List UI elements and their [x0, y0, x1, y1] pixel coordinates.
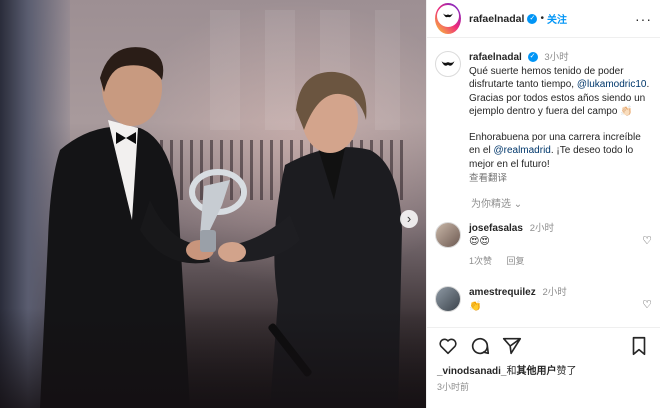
caption-paragraph-1: Qué suerte hemos tenido de poder disfrut… [469, 65, 652, 119]
author-avatar-ring[interactable] [435, 3, 461, 34]
caption-row: rafaelnadal ✓ 3小时 Qué suerte hemos tenid… [435, 51, 652, 186]
trophy-figure [200, 180, 230, 235]
liked-by-user[interactable]: _vinodsanadi_ [437, 366, 506, 377]
post-action-bar [437, 334, 650, 358]
comment-username[interactable]: amestrequilez [469, 287, 536, 298]
follow-button[interactable]: 关注 [547, 11, 567, 26]
comment-likes-count[interactable]: 1次赞 [469, 256, 492, 266]
tagged-for-you-toggle[interactable]: 为你精选 ⌄ [471, 195, 652, 210]
caption-username[interactable]: rafaelnadal [469, 52, 522, 63]
caption-paragraph-2: Enhorabuena por una carrera increíble en… [469, 131, 652, 172]
trophy-base [200, 230, 216, 252]
comment-actions: 1次赞 回复 [469, 255, 554, 269]
comment-username[interactable]: josefasalas [469, 223, 523, 234]
share-send-icon[interactable] [501, 335, 523, 357]
comment-text: 😍😍 [469, 236, 490, 247]
comment-like-heart-icon[interactable]: ♡ [642, 234, 652, 247]
author-avatar[interactable] [437, 5, 459, 27]
comment-bubble-icon[interactable] [469, 335, 491, 357]
comment-reply-button[interactable]: 回复 [507, 256, 525, 266]
comment-time[interactable]: 2小时 [542, 287, 566, 298]
like-heart-icon[interactable] [437, 335, 459, 357]
more-horizontal-icon[interactable]: ··· [635, 11, 652, 27]
comment-row: amestrequilez 2小时 👏 ♡ [435, 286, 652, 313]
caption-avatar[interactable] [435, 51, 461, 77]
rafa-logo-icon [443, 13, 453, 18]
mention-link[interactable]: @realmadrid [493, 145, 550, 156]
post-header: rafaelnadal ✓ • 关注 ··· [427, 0, 660, 38]
comment-row: josefasalas 2小时 😍😍 1次赞 回复 ♡ [435, 221, 652, 269]
caption-content: rafaelnadal ✓ 3小时 Qué suerte hemos tenid… [469, 51, 652, 186]
liked-by-suffix: 赞了 [556, 366, 577, 377]
post-timestamp[interactable]: 3小时前 [437, 380, 650, 393]
post-footer: _vinodsanadi_和其他用户赞了 3小时前 [427, 327, 660, 408]
photo-floor-shadow [0, 308, 426, 408]
comment-time[interactable]: 2小时 [530, 223, 554, 234]
tagged-label: 为你精选 [471, 198, 511, 210]
caption-time[interactable]: 3小时 [544, 52, 568, 63]
commenter-avatar[interactable] [435, 221, 461, 248]
liked-by-connector: 和 [506, 366, 517, 377]
post-photo[interactable]: › [0, 0, 426, 408]
likes-summary: _vinodsanadi_和其他用户赞了 [437, 362, 650, 377]
comment-content: josefasalas 2小时 😍😍 1次赞 回复 [469, 222, 554, 269]
rafa-logo-icon [441, 61, 455, 66]
bookmark-save-icon[interactable] [628, 335, 650, 357]
verified-badge-icon: ✓ [527, 13, 538, 24]
header-username[interactable]: rafaelnadal [469, 13, 524, 25]
commenter-avatar[interactable] [435, 286, 461, 312]
right-person-hand [218, 242, 246, 262]
post-detail-panel: rafaelnadal ✓ • 关注 ··· rafaelnadal ✓ 3小时… [426, 0, 660, 408]
mention-link[interactable]: @lukamodric10 [577, 79, 647, 90]
verified-badge-icon: ✓ [527, 52, 538, 63]
next-photo-arrow-icon[interactable]: › [400, 210, 418, 228]
comment-text: 👏 [469, 300, 482, 312]
see-translation-link[interactable]: 查看翻译 [469, 172, 652, 186]
comments-scroll-area[interactable]: rafaelnadal ✓ 3小时 Qué suerte hemos tenid… [427, 39, 660, 327]
comment-content: amestrequilez 2小时 👏 [469, 286, 567, 313]
header-separator: • [540, 13, 544, 24]
liked-by-others[interactable]: 其他用户 [516, 366, 556, 377]
comment-like-heart-icon[interactable]: ♡ [642, 298, 652, 311]
chevron-down-icon: ⌄ [513, 198, 523, 210]
